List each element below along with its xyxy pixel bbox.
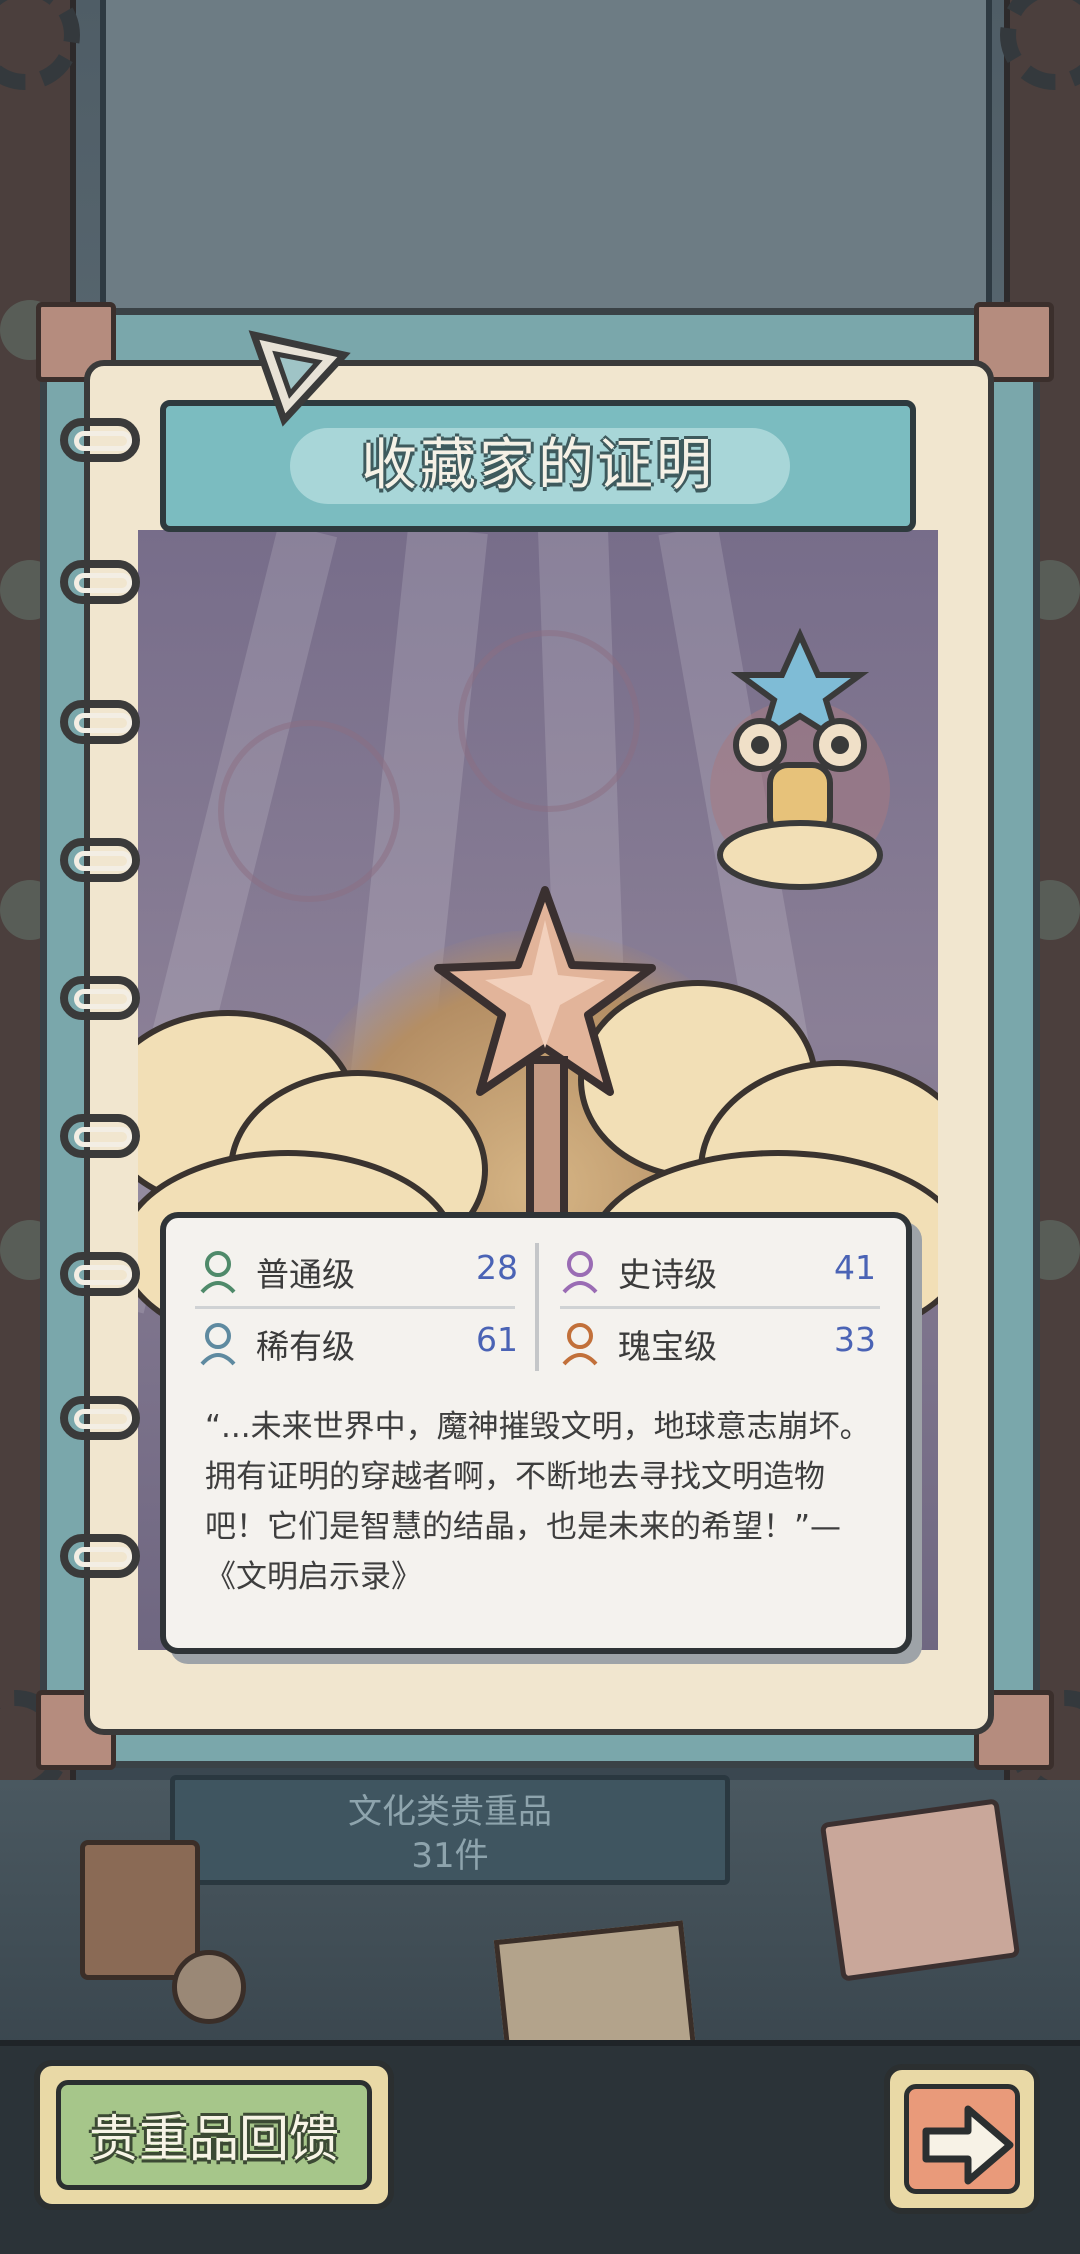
rarity-count: 33 <box>834 1320 876 1359</box>
rarity-row-common: 普通级 28 <box>198 1242 518 1302</box>
next-button-face <box>904 2084 1020 2194</box>
binding-ring <box>60 560 140 604</box>
binding-ring <box>60 976 140 1020</box>
binding-ring <box>60 700 140 744</box>
triangle-emblem-icon <box>248 330 351 427</box>
rarity-row-epic: 史诗级 41 <box>560 1242 876 1302</box>
epic-bust-icon <box>562 1251 598 1294</box>
stats-divider-horizontal <box>560 1306 880 1309</box>
lore-quote: “...未来世界中，魔神摧毁文明，地球意志崩坏。拥有证明的穿越者啊，不断地去寻找… <box>205 1409 871 1595</box>
rarity-count: 41 <box>834 1248 876 1287</box>
magic-seal-decoration <box>458 630 640 812</box>
binding-ring <box>60 1114 140 1158</box>
binding-ring <box>60 418 140 462</box>
binding-ring <box>60 1534 140 1578</box>
stats-divider-horizontal <box>195 1306 515 1309</box>
rarity-count: 28 <box>476 1248 518 1287</box>
next-button[interactable] <box>884 2064 1040 2214</box>
rare-bust-icon <box>200 1323 236 1366</box>
magic-seal-decoration <box>218 720 400 902</box>
coin-icon <box>172 1950 246 2024</box>
rarity-label: 稀有级 <box>256 1327 355 1366</box>
binding-ring <box>60 838 140 882</box>
rarity-label: 普通级 <box>256 1255 355 1294</box>
valuables-feedback-button[interactable]: 贵重品回馈 <box>34 2060 394 2210</box>
star-trophy-stand <box>80 1840 200 1980</box>
binding-ring <box>60 1396 140 1440</box>
background-window-panel <box>100 0 992 336</box>
star-relic-icon <box>434 886 656 1230</box>
rarity-row-treasure: 瑰宝级 33 <box>560 1314 876 1374</box>
shelf-sign-category: 文化类贵重品 <box>348 1792 552 1832</box>
treasure-bust-icon <box>562 1323 598 1366</box>
valuables-feedback-button-face: 贵重品回馈 <box>56 2080 372 2190</box>
rarity-row-rare: 稀有级 61 <box>198 1314 518 1374</box>
shelf-sign-count: 31件 <box>411 1836 489 1876</box>
rarity-label: 瑰宝级 <box>618 1327 717 1366</box>
binding-ring <box>60 1252 140 1296</box>
common-bust-icon <box>200 1251 236 1294</box>
rarity-label: 史诗级 <box>618 1255 717 1294</box>
valuables-feedback-label: 贵重品回馈 <box>89 2110 339 2168</box>
rarity-count: 61 <box>476 1320 518 1359</box>
calendar-icon <box>819 1798 1021 1982</box>
shelf-sign: 文化类贵重品 31件 <box>170 1775 730 1885</box>
floating-relic-figure-icon <box>710 627 890 890</box>
right-arrow-icon <box>922 2105 1014 2185</box>
stats-divider-vertical <box>535 1243 539 1371</box>
